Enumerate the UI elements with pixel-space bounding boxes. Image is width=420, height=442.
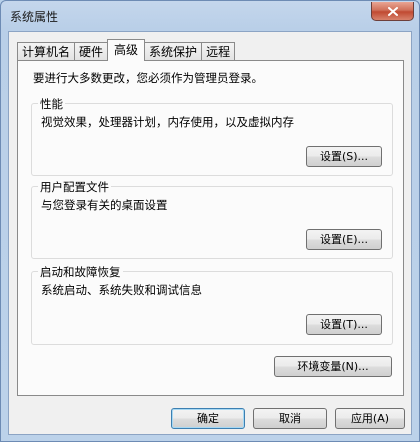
admin-notice: 要进行大多数更改，您必须作为管理员登录。 xyxy=(33,71,263,85)
tab-system-protection[interactable]: 系统保护 xyxy=(144,42,203,61)
user-profiles-title: 用户配置文件 xyxy=(38,179,111,195)
system-properties-window: 系统属性 计算机名 硬件 高级 系统保护 远程 要进行大多数更改，您必须作为管理… xyxy=(0,0,420,442)
startup-recovery-settings-button[interactable]: 设置(T)... xyxy=(306,314,382,335)
advanced-tab-panel: 要进行大多数更改，您必须作为管理员登录。 性能 视觉效果，处理器计划，内存使用，… xyxy=(17,60,404,396)
tab-strip: 计算机名 硬件 高级 系统保护 远程 xyxy=(17,38,236,61)
startup-recovery-title: 启动和故障恢复 xyxy=(38,264,123,280)
environment-variables-button[interactable]: 环境变量(N)... xyxy=(274,356,392,377)
tab-hardware[interactable]: 硬件 xyxy=(74,42,109,61)
startup-recovery-group: 启动和故障恢复 系统启动、系统失败和调试信息 设置(T)... xyxy=(31,264,393,345)
user-profiles-description: 与您登录有关的桌面设置 xyxy=(41,198,168,212)
tab-advanced[interactable]: 高级 xyxy=(107,39,146,61)
user-profiles-settings-button[interactable]: 设置(E)... xyxy=(306,229,382,250)
performance-settings-button[interactable]: 设置(S)... xyxy=(306,146,382,167)
window-title: 系统属性 xyxy=(10,10,59,24)
apply-button[interactable]: 应用(A) xyxy=(335,408,405,429)
close-icon xyxy=(387,6,398,16)
performance-group: 性能 视觉效果，处理器计划，内存使用，以及虚拟内存 设置(S)... xyxy=(31,96,393,176)
tab-remote[interactable]: 远程 xyxy=(201,42,236,61)
startup-recovery-description: 系统启动、系统失败和调试信息 xyxy=(41,283,202,297)
close-button[interactable] xyxy=(371,2,414,21)
title-bar[interactable]: 系统属性 xyxy=(1,1,419,31)
ok-button[interactable]: 确定 xyxy=(171,408,245,429)
dialog-client-area: 计算机名 硬件 高级 系统保护 远程 要进行大多数更改，您必须作为管理员登录。 … xyxy=(8,31,412,435)
tab-computer-name[interactable]: 计算机名 xyxy=(17,42,76,61)
performance-title: 性能 xyxy=(38,96,65,112)
user-profiles-group: 用户配置文件 与您登录有关的桌面设置 设置(E)... xyxy=(31,179,393,259)
dialog-button-bar: 确定 取消 应用(A) xyxy=(9,396,411,434)
cancel-button[interactable]: 取消 xyxy=(253,408,327,429)
performance-description: 视觉效果，处理器计划，内存使用，以及虚拟内存 xyxy=(41,115,294,129)
